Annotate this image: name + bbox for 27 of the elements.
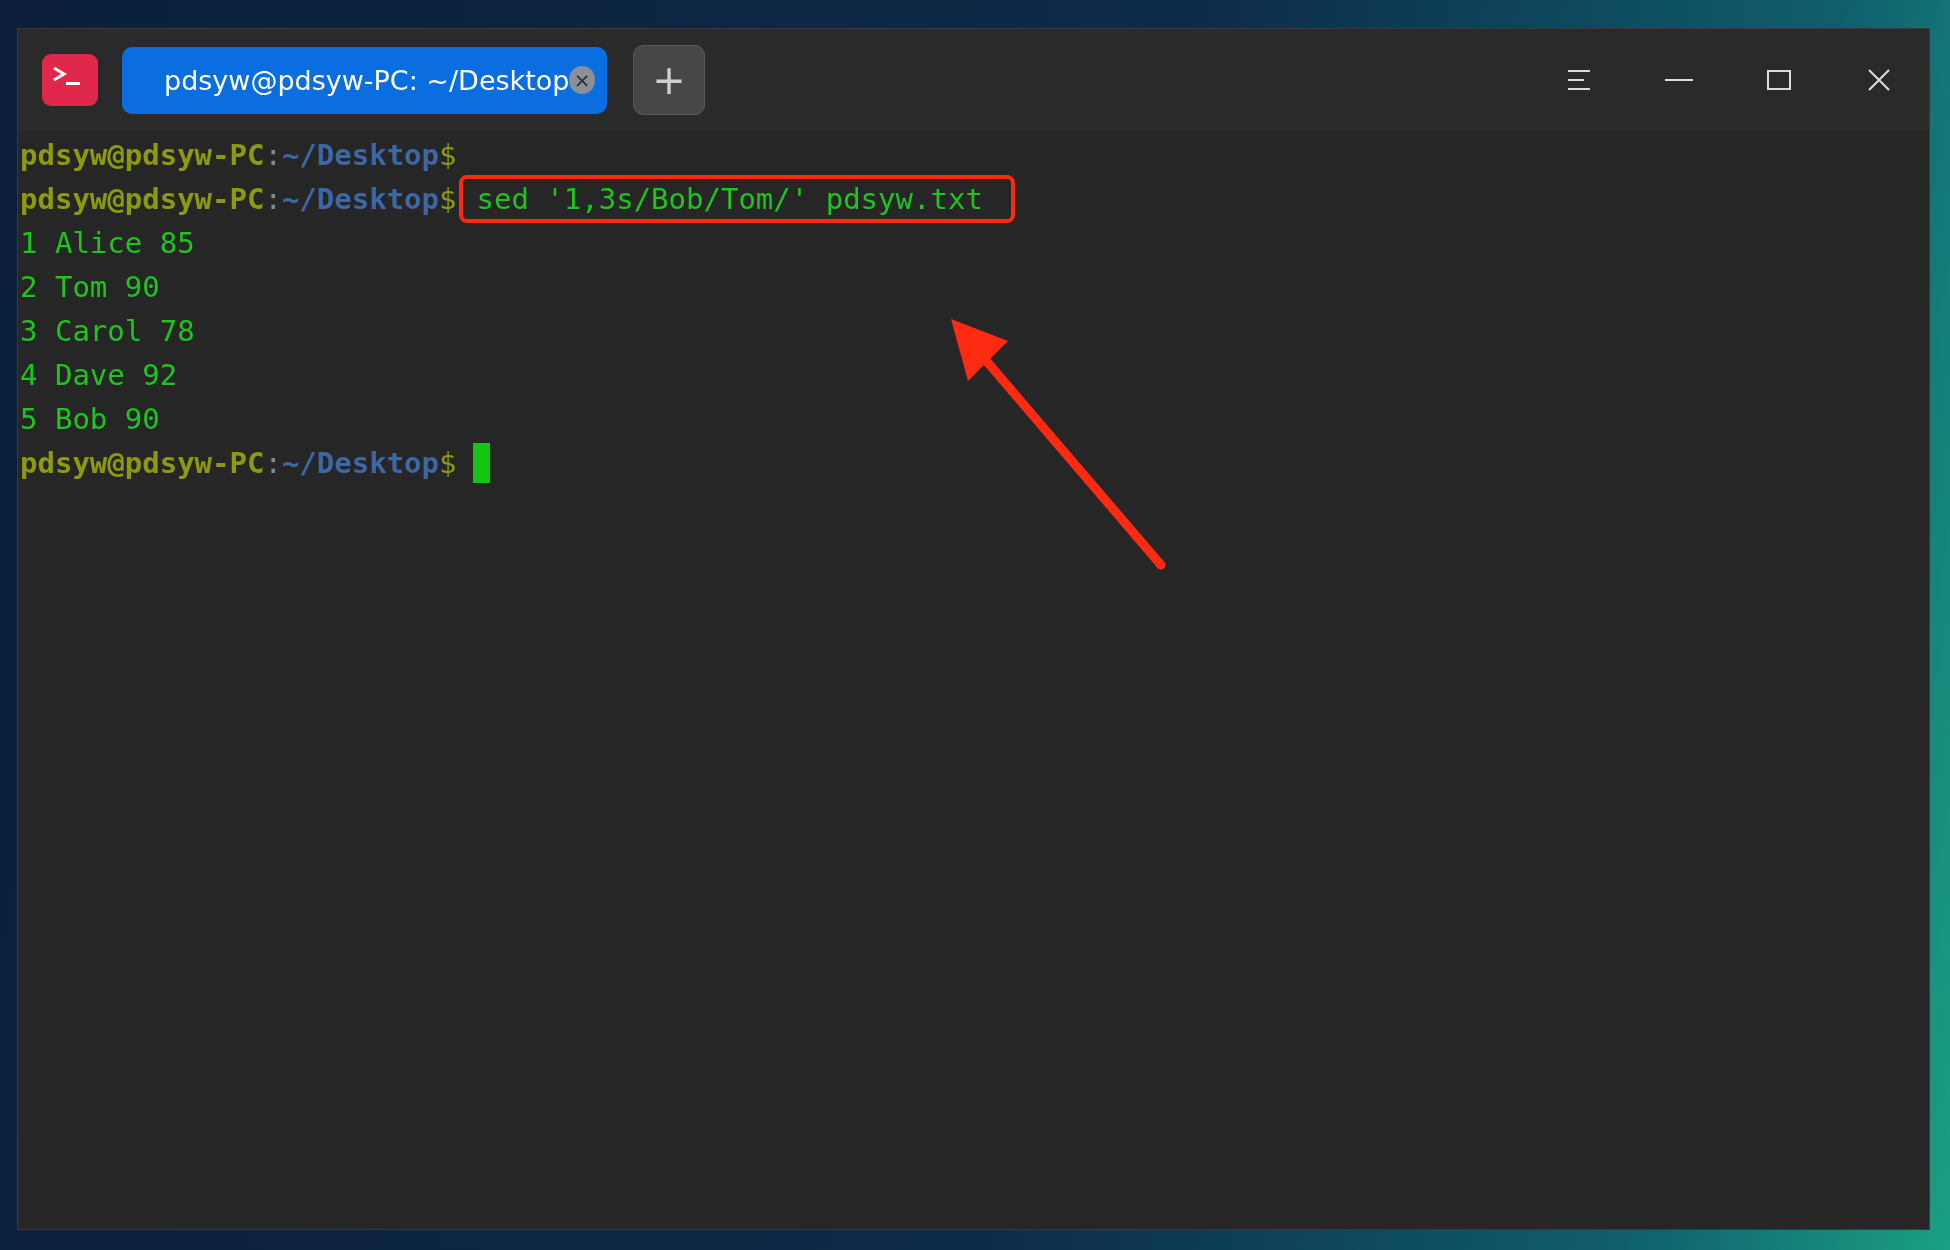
- menu-icon: [1566, 69, 1592, 91]
- tab-close-button[interactable]: ×: [569, 66, 595, 94]
- prompt-separator: :: [264, 182, 282, 216]
- prompt-user: pdsyw@pdsyw-PC: [20, 138, 265, 172]
- prompt-path: ~/Desktop: [281, 138, 440, 172]
- prompt-user: pdsyw@pdsyw-PC: [20, 446, 265, 480]
- output-line: 1 Alice 85: [20, 226, 195, 260]
- prompt-sign: $: [439, 446, 457, 480]
- prompt-separator: :: [264, 446, 282, 480]
- tab-title: pdsyw@pdsyw-PC: ~/Desktop: [164, 64, 570, 96]
- prompt-path: ~/Desktop: [281, 446, 440, 480]
- terminal-icon: [42, 54, 98, 106]
- close-icon: [1867, 68, 1891, 92]
- maximize-icon: [1767, 70, 1791, 90]
- output-line: 4 Dave 92: [20, 358, 178, 392]
- prompt-user: pdsyw@pdsyw-PC: [20, 182, 265, 216]
- prompt-sign: $: [439, 138, 457, 172]
- prompt-separator: :: [264, 138, 282, 172]
- command-text: sed '1,3s/Bob/Tom/' pdsyw.txt: [476, 182, 983, 216]
- terminal-tab[interactable]: pdsyw@pdsyw-PC: ~/Desktop ×: [122, 46, 607, 114]
- minimize-icon: [1665, 78, 1693, 82]
- output-line: 5 Bob 90: [20, 402, 160, 436]
- prompt-path: ~/Desktop: [281, 182, 440, 216]
- output-line: 3 Carol 78: [20, 314, 195, 348]
- prompt-sign: $: [439, 182, 457, 216]
- new-tab-button[interactable]: +: [633, 45, 705, 115]
- output-line: 2 Tom 90: [20, 270, 160, 304]
